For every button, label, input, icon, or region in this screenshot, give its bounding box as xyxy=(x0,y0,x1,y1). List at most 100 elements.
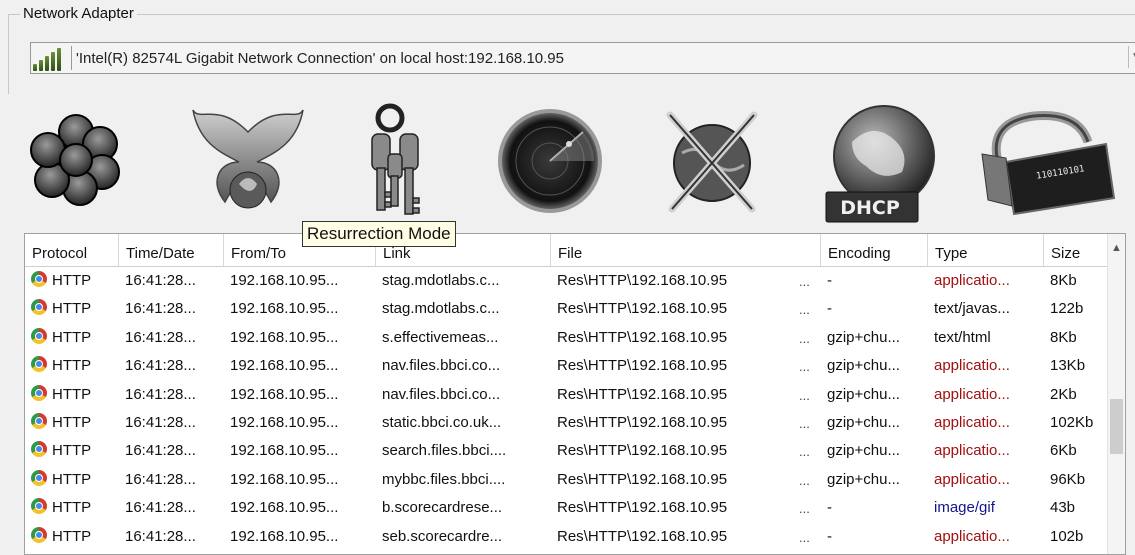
col-time-date[interactable]: Time/Date xyxy=(119,234,224,266)
cell-link: stag.mdotlabs.c... xyxy=(382,272,500,289)
cell-protocol: HTTP xyxy=(25,267,119,295)
cell-file: Res\HTTP\192.168.10.95 xyxy=(557,272,728,289)
col-size[interactable]: Size xyxy=(1044,234,1108,266)
table-row[interactable]: HTTP 16:41:28... 192.168.10.95... mybbc.fil… xyxy=(25,466,1125,494)
adapter-select[interactable]: 'Intel(R) 82574L Gigabit Network Connect… xyxy=(30,42,1135,74)
cell-time: 16:41:28... xyxy=(125,300,196,318)
globe-tools-icon[interactable] xyxy=(660,102,764,220)
file-more-button[interactable]: ... xyxy=(799,494,810,522)
cell-time: 16:41:28... xyxy=(125,272,196,289)
cell-size: 2Kb xyxy=(1050,385,1077,403)
phoenix-icon[interactable] xyxy=(188,100,308,224)
cell-protocol: HTTP xyxy=(25,523,119,551)
table-row[interactable]: HTTP 16:41:28... 192.168.10.95... search.fi… xyxy=(25,437,1125,465)
flower-icon[interactable] xyxy=(28,110,124,210)
table-row[interactable]: HTTP 16:41:28... 192.168.10.95... stag.mdot… xyxy=(25,267,1125,295)
network-card-icon[interactable]: 110110101 xyxy=(978,102,1118,218)
cell-encoding: gzip+chu... xyxy=(827,385,900,403)
cell-size: 6Kb xyxy=(1050,442,1077,460)
col-type[interactable]: Type xyxy=(928,234,1044,266)
chrome-icon xyxy=(31,356,47,373)
cell-encoding: - xyxy=(827,499,832,517)
chrome-icon xyxy=(31,384,47,401)
table-row[interactable]: HTTP 16:41:28... 192.168.10.95... b.scoreca… xyxy=(25,494,1125,522)
file-more-button[interactable]: ... xyxy=(799,523,810,551)
cell-link: mybbc.files.bbci.... xyxy=(382,470,506,488)
chrome-icon xyxy=(31,299,47,316)
file-more-button[interactable]: ... xyxy=(799,409,810,437)
chrome-icon xyxy=(31,271,47,287)
protocol-label: HTTP xyxy=(52,272,92,289)
cell-encoding: gzip+chu... xyxy=(827,328,900,346)
cell-file: Res\HTTP\192.168.10.95 xyxy=(557,470,728,488)
file-more-button[interactable]: ... xyxy=(799,324,810,352)
left-panel-edge xyxy=(0,233,8,553)
scroll-up-icon[interactable]: ▲ xyxy=(1111,242,1122,254)
cell-encoding: gzip+chu... xyxy=(827,413,900,431)
table-row[interactable]: HTTP 16:41:28... 192.168.10.95... s.effecti… xyxy=(25,324,1125,352)
adapter-selected-value: 'Intel(R) 82574L Gigabit Network Connect… xyxy=(76,49,564,67)
cell-encoding: gzip+chu... xyxy=(827,470,900,488)
chrome-icon xyxy=(31,441,47,458)
protocol-label: HTTP xyxy=(52,499,92,517)
toolbar: DHCP 110110101 xyxy=(0,94,1135,234)
cell-type: applicatio... xyxy=(934,442,1010,460)
cell-file: Res\HTTP\192.168.10.95 xyxy=(557,328,728,346)
cell-protocol: HTTP xyxy=(25,409,119,437)
table-row[interactable]: HTTP 16:41:28... 192.168.10.95... static.bb… xyxy=(25,409,1125,437)
chevron-down-icon[interactable]: ▼ xyxy=(1128,46,1135,68)
protocol-label: HTTP xyxy=(52,413,92,431)
col-encoding[interactable]: Encoding xyxy=(821,234,928,266)
network-adapter-title: Network Adapter xyxy=(20,5,137,22)
cell-file: Res\HTTP\192.168.10.95 xyxy=(557,527,728,545)
cell-file: Res\HTTP\192.168.10.95 xyxy=(557,300,728,318)
cell-type: applicatio... xyxy=(934,527,1010,545)
cell-time: 16:41:28... xyxy=(125,470,196,488)
file-more-button[interactable]: ... xyxy=(799,437,810,465)
cell-encoding: - xyxy=(827,272,832,289)
cell-type: applicatio... xyxy=(934,357,1010,375)
col-protocol[interactable]: Protocol xyxy=(25,234,119,266)
file-more-button[interactable]: ... xyxy=(799,352,810,380)
cell-type: applicatio... xyxy=(934,272,1010,289)
cell-from: 192.168.10.95... xyxy=(230,385,339,403)
cell-from: 192.168.10.95... xyxy=(230,357,339,375)
keys-icon[interactable] xyxy=(360,102,440,220)
cell-time: 16:41:28... xyxy=(125,499,196,517)
table-row[interactable]: HTTP 16:41:28... 192.168.10.95... stag.mdot… xyxy=(25,295,1125,323)
table-row[interactable]: HTTP 16:41:28... 192.168.10.95... nav.files… xyxy=(25,381,1125,409)
cell-size: 8Kb xyxy=(1050,328,1077,346)
radar-icon[interactable] xyxy=(496,108,604,214)
dhcp-globe-icon[interactable]: DHCP xyxy=(822,102,940,226)
cell-time: 16:41:28... xyxy=(125,357,196,375)
cell-file: Res\HTTP\192.168.10.95 xyxy=(557,413,728,431)
cell-link: nav.files.bbci.co... xyxy=(382,357,501,375)
vertical-scrollbar[interactable]: ▲ xyxy=(1107,234,1125,554)
cell-size: 13Kb xyxy=(1050,357,1086,375)
cell-type: text/html xyxy=(934,328,991,346)
scroll-thumb[interactable] xyxy=(1110,399,1123,454)
cell-encoding: - xyxy=(827,300,832,318)
cell-encoding: - xyxy=(827,527,832,545)
cell-link: static.bbci.co.uk... xyxy=(382,413,502,431)
cell-from: 192.168.10.95... xyxy=(230,470,339,488)
protocol-label: HTTP xyxy=(52,527,92,545)
cell-type: applicatio... xyxy=(934,413,1010,431)
packets-table: Protocol Time/Date From/To Link File Enc… xyxy=(24,233,1126,555)
cell-type: applicatio... xyxy=(934,385,1010,403)
cell-size: 43b xyxy=(1050,499,1076,517)
cell-encoding: gzip+chu... xyxy=(827,442,900,460)
table-row[interactable]: HTTP 16:41:28... 192.168.10.95... seb.score… xyxy=(25,523,1125,551)
table-row[interactable]: HTTP 16:41:28... 192.168.10.95... nav.files… xyxy=(25,352,1125,380)
file-more-button[interactable]: ... xyxy=(799,381,810,409)
col-file[interactable]: File xyxy=(551,234,821,266)
cell-time: 16:41:28... xyxy=(125,442,196,460)
cell-type: applicatio... xyxy=(934,470,1010,488)
cell-file: Res\HTTP\192.168.10.95 xyxy=(557,385,728,403)
cell-link: search.files.bbci.... xyxy=(382,442,507,460)
file-more-button[interactable]: ... xyxy=(799,466,810,494)
cell-protocol: HTTP xyxy=(25,466,119,494)
file-more-button[interactable]: ... xyxy=(799,295,810,323)
chrome-icon xyxy=(31,412,47,429)
file-more-button[interactable]: ... xyxy=(799,267,810,295)
